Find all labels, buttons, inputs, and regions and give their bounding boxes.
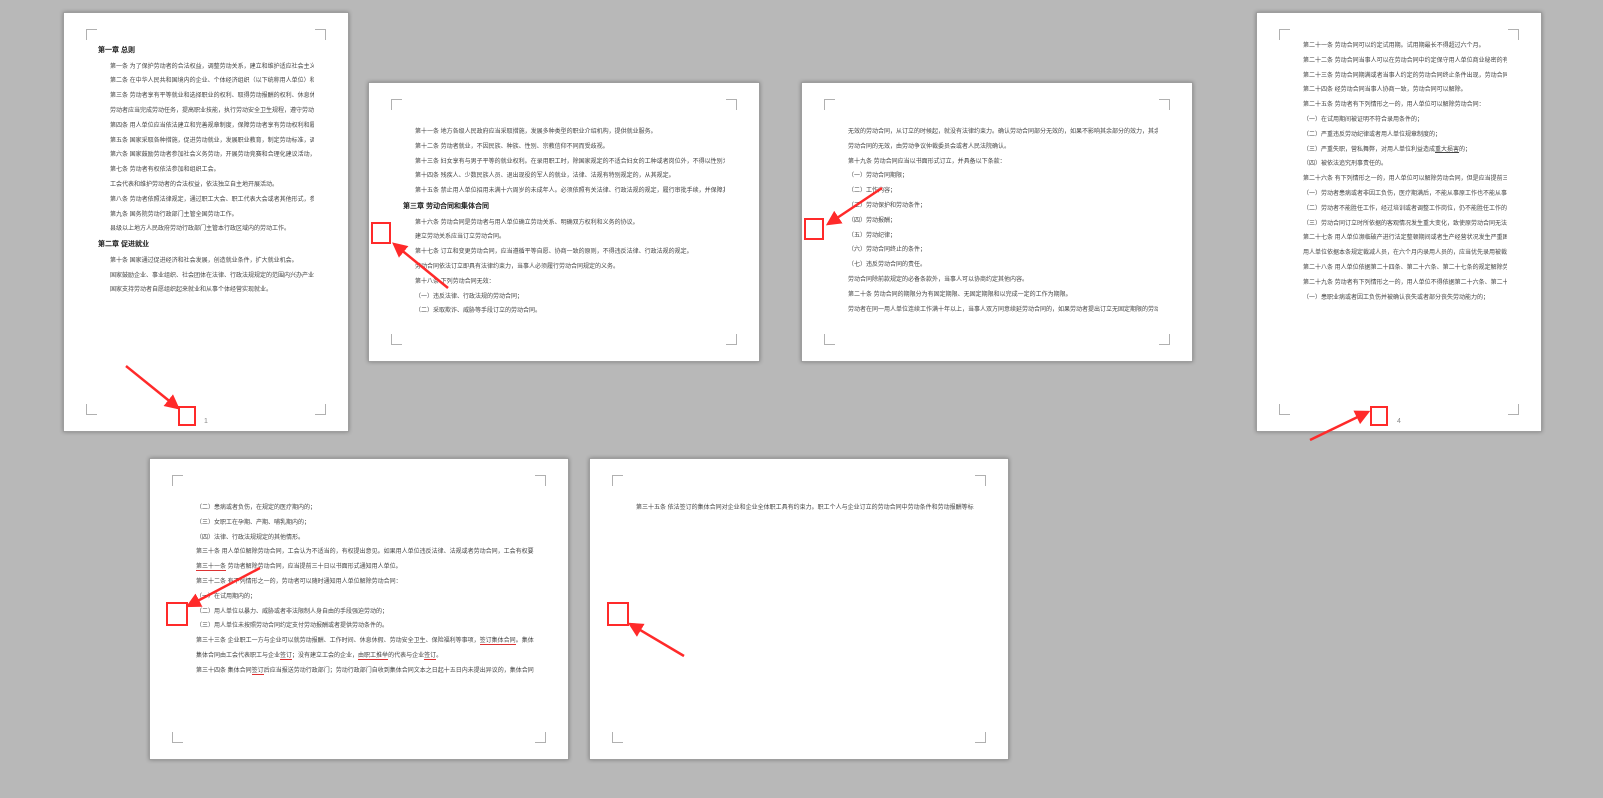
page-5: （二）患病或者负伤，在规定的医疗期内的； （三）女职工在孕期、产期、哺乳期内的；… [149, 458, 569, 760]
article-32: 第三十二条 有下列情形之一的，劳动者可以随时通知用人单位解除劳动合同： [184, 577, 534, 588]
article-14: 第十四条 残疾人、少数民族人员、退出现役的军人的就业，法律、法规有特别规定的，从… [403, 171, 725, 182]
article-29a: （一）患职业病或者因工负伤并被确认丧失或者部分丧失劳动能力的； [1291, 293, 1507, 304]
article-8: 第八条 劳动者依照法律规定，通过职工大会、职工代表大会或者其他形式，参与民主管理… [98, 195, 314, 206]
article-19c: （三）劳动保护和劳动条件； [836, 201, 1158, 212]
article-27b: 用人单位依据本条规定裁减人员，在六个月内录用人员的，应当优先录用被裁减的人员。 [1291, 248, 1507, 259]
article-18a: （一）违反法律、行政法规的劳动合同； [403, 292, 725, 303]
article-7: 第七条 劳动者有权依法参加和组织工会。 [98, 165, 314, 176]
article-29b: （二）患病或者负伤，在规定的医疗期内的； [184, 503, 534, 514]
article-32a: （一）在试用期内的； [184, 592, 534, 603]
article-28: 第二十八条 用人单位依据第二十四条、第二十六条、第二十七条的规定解除劳动合同的，… [1291, 263, 1507, 274]
article-17b: 劳动合同依法订立即具有法律约束力，当事人必须履行劳动合同规定的义务。 [403, 262, 725, 273]
article-4: 第四条 用人单位应当依法建立和完善规章制度，保障劳动者享有劳动权利和履行劳动义务… [98, 121, 314, 132]
article-27: 第二十七条 用人单位濒临破产进行法定整顿期间或者生产经营状况发生严重困难，确需裁… [1291, 233, 1507, 244]
article-25: 第二十五条 劳动者有下列情形之一的，用人单位可以解除劳动合同： [1291, 100, 1507, 111]
article-26a: （一）劳动者患病或者非因工负伤，医疗期满后，不能从事原工作也不能从事由用人单位另… [1291, 189, 1507, 200]
article-35: 第三十五条 依法签订的集体合同对企业和企业全体职工具有约束力。职工个人与企业订立… [624, 503, 974, 514]
article-10: 第十条 国家通过促进经济和社会发展，创造就业条件，扩大就业机会。 [98, 256, 314, 267]
article-19b: （二）工作内容； [836, 186, 1158, 197]
article-11: 第十一条 地方各级人民政府应当采取措施，发展多种类型的职业介绍机构，提供就业服务… [403, 127, 725, 138]
chapter-2-title: 第二章 促进就业 [98, 239, 314, 252]
article-19a: （一）劳动合同期限； [836, 171, 1158, 182]
article-15: 第十五条 禁止用人单位招用未满十六周岁的未成年人。必须依照有关法律、行政法规的规… [403, 186, 725, 197]
article-2: 第二条 在中华人民共和国境内的企业、个体经济组织（以下统称用人单位）和与之形成劳… [98, 76, 314, 87]
article-19e: （五）劳动纪律； [836, 231, 1158, 242]
article-32b: （二）用人单位以暴力、威胁或者非法限制人身自由的手段强迫劳动的； [184, 607, 534, 618]
article-29c: （三）女职工在孕期、产期、哺乳期内的； [184, 518, 534, 529]
article-9b: 县级以上地方人民政府劳动行政部门主管本行政区域内的劳动工作。 [98, 224, 314, 235]
canvas: 第一章 总则 第一条 为了保护劳动者的合法权益，调整劳动关系，建立和维护适应社会… [0, 0, 1603, 798]
article-26b: （二）劳动者不能胜任工作，经过培训或者调整工作岗位，仍不能胜任工作的； [1291, 204, 1507, 215]
page-4: 第二十一条 劳动合同可以约定试用期。试用期最长不得超过六个月。 第二十二条 劳动… [1256, 12, 1542, 432]
article-18: 第十八条 下列劳动合同无效： [403, 277, 725, 288]
article-7b: 工会代表和维护劳动者的合法权益，依法独立自主地开展活动。 [98, 180, 314, 191]
article-10b: 国家鼓励企业、事业组织、社会团体在法律、行政法规规定的范围内兴办产业或者拓展经营… [98, 271, 314, 282]
page-6: 第三十五条 依法签订的集体合同对企业和企业全体职工具有约束力。职工个人与企业订立… [589, 458, 1009, 760]
article-34: 第三十四条 集体合同签订后应当报送劳动行政部门；劳动行政部门自收到集体合同文本之… [184, 666, 534, 677]
article-13: 第十三条 妇女享有与男子平等的就业权利。在录用职工时，除国家规定的不适合妇女的工… [403, 157, 725, 168]
article-26: 第二十六条 有下列情形之一的，用人单位可以解除劳动合同，但是应当提前三十日以书面… [1291, 174, 1507, 185]
article-20: 第二十条 劳动合同的期限分为有固定期限、无固定期限和以完成一定的工作为期限。 [836, 290, 1158, 301]
page-number-1: 1 [204, 418, 208, 425]
article-29: 第二十九条 劳动者有下列情形之一的，用人单位不得依据第二十六条、第二十七条的规定… [1291, 278, 1507, 289]
article-32c: （三）用人单位未按照劳动合同约定支付劳动报酬或者提供劳动条件的。 [184, 621, 534, 632]
article-19: 第十九条 劳动合同应当以书面形式订立，并具备以下条款： [836, 157, 1158, 168]
article-6: 第六条 国家鼓励劳动者参加社会义务劳动，开展劳动竞赛和合理化建议活动，鼓励和保护… [98, 150, 314, 161]
article-26c: （三）劳动合同订立时所依据的客观情况发生重大变化，致使原劳动合同无法履行，经当事… [1291, 219, 1507, 230]
article-25c: （三）严重失职，营私舞弊，对用人单位利益造成重大损害的； [1291, 145, 1507, 156]
article-29d: （四）法律、行政法规规定的其他情形。 [184, 533, 534, 544]
article-33b: 集体合同由工会代表职工与企业签订；没有建立工会的企业，由职工推举的代表与企业签订… [184, 651, 534, 662]
article-19d: （四）劳动报酬； [836, 216, 1158, 227]
article-19h: 劳动合同除前款规定的必备条款外，当事人可以协商约定其他内容。 [836, 275, 1158, 286]
article-23: 第二十三条 劳动合同期满或者当事人约定的劳动合同终止条件出现，劳动合同即行终止。 [1291, 71, 1507, 82]
article-17: 第十七条 订立和变更劳动合同，应当遵循平等自愿、协商一致的原则，不得违反法律、行… [403, 247, 725, 258]
article-25b: （二）严重违反劳动纪律或者用人单位规章制度的； [1291, 130, 1507, 141]
article-12: 第十二条 劳动者就业，不因民族、种族、性别、宗教信仰不同而受歧视。 [403, 142, 725, 153]
article-30: 第三十条 用人单位解除劳动合同，工会认为不适当的，有权提出意见。如果用人单位违反… [184, 547, 534, 558]
article-5: 第五条 国家采取各种措施，促进劳动就业，发展职业教育，制定劳动标准，调节社会收入… [98, 136, 314, 147]
page-2: 第十一条 地方各级人民政府应当采取措施，发展多种类型的职业介绍机构，提供就业服务… [368, 82, 760, 362]
article-25d: （四）被依法追究刑事责任的。 [1291, 159, 1507, 170]
chapter-3-title: 第三章 劳动合同和集体合同 [403, 201, 725, 214]
article-19f: （六）劳动合同终止的条件； [836, 245, 1158, 256]
article-25a: （一）在试用期间被证明不符合录用条件的； [1291, 115, 1507, 126]
article-3: 第三条 劳动者享有平等就业和选择职业的权利、取得劳动报酬的权利、休息休假的权利、… [98, 91, 314, 102]
article-20b: 劳动者在同一用人单位连续工作满十年以上，当事人双方同意续延劳动合同的，如果劳动者… [836, 305, 1158, 316]
article-22: 第二十二条 劳动合同当事人可以在劳动合同中约定保守用人单位商业秘密的有关事项。 [1291, 56, 1507, 67]
article-33: 第三十三条 企业职工一方与企业可以就劳动报酬、工作时间、休息休假、劳动安全卫生、… [184, 636, 534, 647]
page-number-4: 4 [1397, 418, 1401, 425]
article-19g: （七）违反劳动合同的责任。 [836, 260, 1158, 271]
chapter-1-title: 第一章 总则 [98, 45, 314, 58]
article-9: 第九条 国务院劳动行政部门主管全国劳动工作。 [98, 210, 314, 221]
article-18b: （二）采取欺诈、威胁等手段订立的劳动合同。 [403, 306, 725, 317]
article-21: 第二十一条 劳动合同可以约定试用期。试用期最长不得超过六个月。 [1291, 41, 1507, 52]
article-24: 第二十四条 经劳动合同当事人协商一致，劳动合同可以解除。 [1291, 85, 1507, 96]
page-1: 第一章 总则 第一条 为了保护劳动者的合法权益，调整劳动关系，建立和维护适应社会… [63, 12, 349, 432]
page-3: 无效的劳动合同，从订立的时候起，就没有法律约束力。确认劳动合同部分无效的，如果不… [801, 82, 1193, 362]
article-31: 第三十一条 劳动者解除劳动合同，应当提前三十日以书面形式通知用人单位。 [184, 562, 534, 573]
article-18c: 无效的劳动合同，从订立的时候起，就没有法律约束力。确认劳动合同部分无效的，如果不… [836, 127, 1158, 138]
article-18d: 劳动合同的无效，由劳动争议仲裁委员会或者人民法院确认。 [836, 142, 1158, 153]
article-16: 第十六条 劳动合同是劳动者与用人单位确立劳动关系、明确双方权利和义务的协议。 [403, 218, 725, 229]
article-10c: 国家支持劳动者自愿组织起来就业和从事个体经营实现就业。 [98, 285, 314, 296]
article-3b: 劳动者应当完成劳动任务，提高职业技能，执行劳动安全卫生规程，遵守劳动纪律和职业道… [98, 106, 314, 117]
article-16b: 建立劳动关系应当订立劳动合同。 [403, 232, 725, 243]
article-1: 第一条 为了保护劳动者的合法权益，调整劳动关系，建立和维护适应社会主义市场经济的… [98, 62, 314, 73]
